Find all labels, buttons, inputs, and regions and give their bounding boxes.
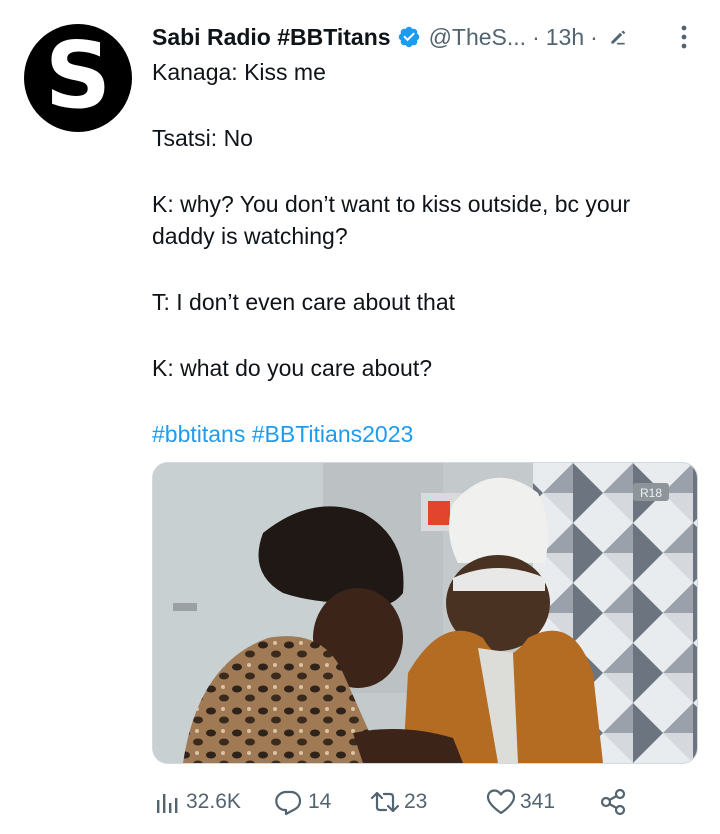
separator: · (590, 23, 598, 50)
author-handle[interactable]: @TheS... (429, 24, 527, 51)
share-button[interactable] (598, 787, 628, 817)
timestamp[interactable]: 13h (546, 24, 584, 51)
share-icon (600, 788, 626, 816)
photo-illustration: R18 (153, 463, 697, 763)
tweet-text: Kanaga: Kiss me Tsatsi: No K: why? You d… (152, 56, 692, 484)
heart-icon (486, 789, 516, 815)
like-count: 341 (520, 790, 556, 813)
tweet-line: Kanaga: Kiss me (152, 59, 326, 85)
author-name[interactable]: Sabi Radio #BBTitans (152, 24, 391, 51)
reply-button[interactable]: 14 (274, 787, 370, 817)
tweet-line: K: what do you care about? (152, 355, 433, 381)
views-button[interactable]: 32.6K (152, 787, 274, 817)
hashtag-link[interactable]: #BBTitians2023 (252, 421, 414, 447)
views-count: 32.6K (186, 790, 241, 813)
tweet-line: K: why? You don’t want to kiss outside, … (152, 191, 631, 249)
verified-badge-icon (398, 26, 419, 48)
action-bar: 32.6K 14 23 341 (152, 784, 652, 820)
rating-badge: R18 (640, 486, 662, 500)
tweet-header: Sabi Radio #BBTitans @TheS... · 13h · (152, 20, 696, 54)
avatar[interactable]: S (24, 24, 132, 132)
reply-icon (275, 790, 302, 816)
analytics-icon (157, 794, 178, 813)
avatar-letter: S (44, 22, 112, 129)
like-button[interactable]: 341 (486, 787, 598, 817)
separator: · (532, 23, 540, 50)
retweet-button[interactable]: 23 (370, 787, 486, 817)
more-options-icon[interactable] (672, 22, 696, 52)
tweet-line: T: I don’t even care about that (152, 289, 456, 315)
tweet-photo[interactable]: R18 (152, 462, 698, 764)
edited-pencil-icon[interactable] (608, 27, 628, 47)
reply-count: 14 (308, 790, 332, 813)
hashtags: #bbtitans #BBTitians2023 (152, 418, 692, 450)
hashtag-link[interactable]: #bbtitans (152, 421, 245, 447)
retweet-icon (370, 791, 400, 813)
tweet-line: Tsatsi: No (152, 125, 253, 151)
retweet-count: 23 (404, 790, 428, 813)
